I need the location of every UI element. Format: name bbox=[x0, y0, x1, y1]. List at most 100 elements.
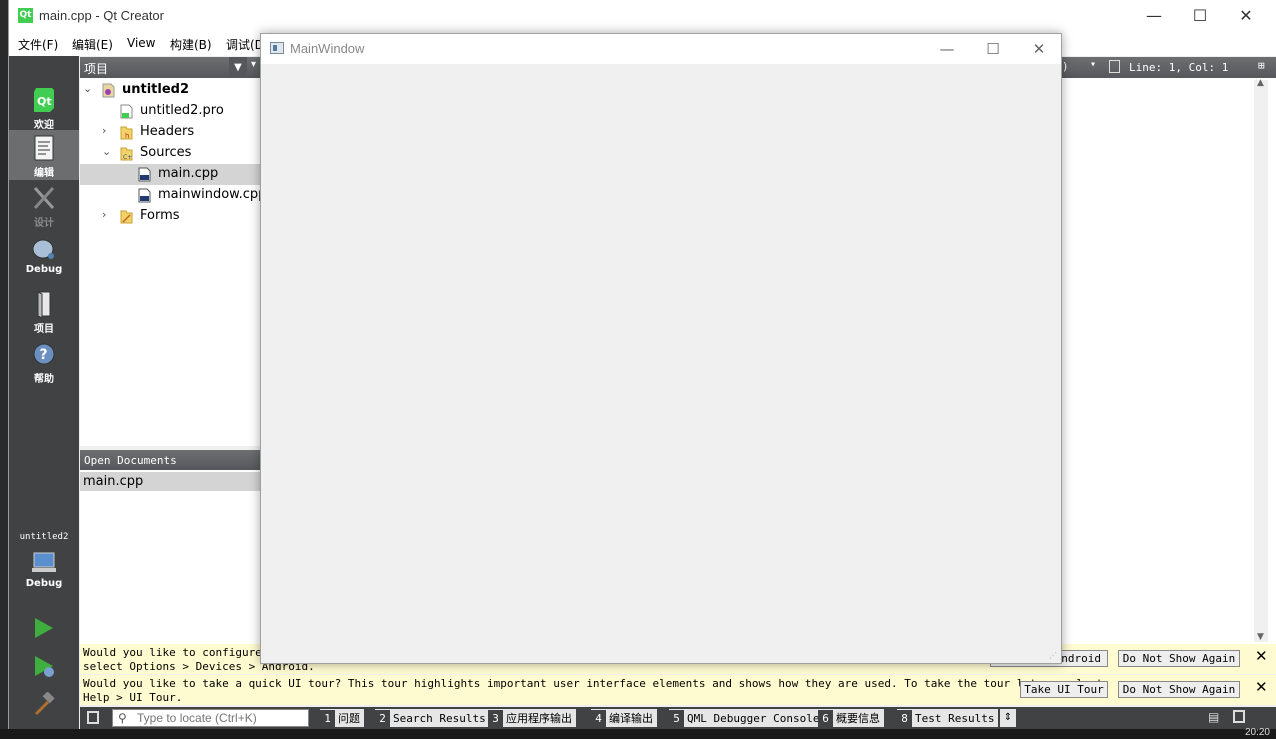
cursor-position[interactable]: Line: 1, Col: 1 bbox=[1129, 61, 1228, 74]
clock: 20:20 bbox=[1244, 727, 1270, 738]
qt-project-icon bbox=[102, 83, 115, 98]
filter-icon[interactable]: ▼ bbox=[229, 57, 247, 78]
chevron-down-icon[interactable]: ▾ bbox=[251, 59, 256, 70]
tree-label: Sources bbox=[140, 145, 192, 160]
resize-grip-icon[interactable]: ⋰ bbox=[1049, 651, 1059, 661]
project-tree: ⌄ untitled2 untitled2.pro › h Headers ⌄ … bbox=[80, 78, 266, 446]
minimize-button[interactable]: — bbox=[1131, 0, 1177, 32]
help-question-icon: ? bbox=[33, 343, 55, 365]
cpp-file-icon bbox=[138, 188, 151, 203]
pane-number: 5 bbox=[669, 710, 684, 728]
tree-label: Forms bbox=[140, 208, 180, 223]
expand-arrow-icon[interactable]: › bbox=[102, 124, 106, 137]
qt-welcome-icon: Qt bbox=[34, 88, 54, 112]
close-icon[interactable]: ✕ bbox=[1255, 680, 1268, 695]
svg-text:Qt: Qt bbox=[37, 95, 52, 108]
title-bar: Qt main.cpp - Qt Creator — ☐ ✕ bbox=[9, 0, 1276, 32]
chevron-down-icon[interactable]: ▾ bbox=[1090, 59, 1096, 70]
tree-item-untitled2[interactable]: ⌄ untitled2 bbox=[80, 80, 262, 101]
do-not-show-again-button[interactable]: Do Not Show Again bbox=[1118, 650, 1240, 667]
progress-icon[interactable]: ▤ bbox=[1208, 710, 1219, 724]
mode-design[interactable]: 设计 bbox=[9, 180, 79, 230]
pane-number: 3 bbox=[488, 710, 503, 728]
menu-file[interactable]: 文件(F) bbox=[18, 36, 58, 53]
pane-test-results[interactable]: 8 Test Results bbox=[897, 709, 999, 728]
tree-label: Headers bbox=[140, 124, 195, 139]
document-icon bbox=[1109, 60, 1120, 73]
editor-scrollbar[interactable]: ▲ ▼ bbox=[1254, 78, 1268, 642]
pane-application-output[interactable]: 3 应用程序输出 bbox=[488, 709, 576, 728]
open-documents-header[interactable]: Open Documents bbox=[80, 450, 262, 470]
scroll-up-icon[interactable]: ▲ bbox=[1257, 78, 1264, 88]
do-not-show-again-button[interactable]: Do Not Show Again bbox=[1118, 681, 1240, 698]
pane-label: QML Debugger Console bbox=[687, 712, 820, 725]
kit-project-label: untitled2 bbox=[19, 532, 69, 542]
split-icon[interactable]: ⊞ bbox=[1258, 59, 1265, 72]
mode-edit[interactable]: 编辑 bbox=[9, 130, 79, 180]
tree-item-sources[interactable]: ⌄ C+ Sources bbox=[80, 143, 262, 164]
take-ui-tour-button[interactable]: Take UI Tour bbox=[1020, 681, 1108, 698]
app-window-titlebar: MainWindow — ☐ ✕ bbox=[261, 34, 1061, 64]
pane-number: 6 bbox=[818, 710, 833, 728]
pane-label: 编译输出 bbox=[609, 712, 653, 725]
tree-item-main-cpp[interactable]: main.cpp bbox=[80, 164, 262, 185]
menu-build[interactable]: 构建(B) bbox=[170, 36, 212, 53]
menu-edit[interactable]: 编辑(E) bbox=[72, 36, 113, 53]
tree-label: main.cpp bbox=[158, 166, 219, 181]
pane-label: 概要信息 bbox=[836, 712, 880, 725]
editor-toolbar: ) ▾ Line: 1, Col: 1 ⊞ bbox=[1062, 57, 1276, 78]
taskbar: 20:20 bbox=[0, 727, 1276, 739]
mode-debug[interactable]: Debug bbox=[9, 230, 79, 280]
toggle-sidebar-icon[interactable] bbox=[87, 711, 99, 724]
search-icon: ⚲ bbox=[118, 711, 127, 725]
mode-label: 设计 bbox=[34, 218, 54, 229]
pane-label: Search Results bbox=[393, 712, 486, 725]
close-icon[interactable]: ✕ bbox=[1255, 649, 1268, 664]
app-maximize-button[interactable]: ☐ bbox=[970, 34, 1016, 64]
pane-label: 应用程序输出 bbox=[506, 712, 572, 725]
projects-pane-title: 项目 bbox=[84, 62, 109, 76]
app-close-button[interactable]: ✕ bbox=[1016, 34, 1062, 64]
app-window-title: MainWindow bbox=[290, 41, 365, 56]
toggle-right-sidebar-icon[interactable] bbox=[1233, 710, 1245, 723]
maximize-button[interactable]: ☐ bbox=[1177, 0, 1223, 32]
pane-issues[interactable]: 1 问题 bbox=[320, 709, 364, 728]
pane-compile-output[interactable]: 4 编译输出 bbox=[591, 709, 657, 728]
expand-arrow-icon[interactable]: › bbox=[102, 208, 106, 221]
more-panes-icon[interactable]: ⇕ bbox=[1000, 709, 1016, 727]
run-icon[interactable] bbox=[32, 616, 56, 640]
design-tools-icon bbox=[33, 186, 55, 210]
app-minimize-button[interactable]: — bbox=[924, 34, 970, 64]
close-button[interactable]: ✕ bbox=[1223, 0, 1269, 32]
mode-welcome[interactable]: Qt 欢迎 bbox=[9, 82, 79, 132]
pane-general-messages[interactable]: 6 概要信息 bbox=[818, 709, 884, 728]
edit-document-icon bbox=[34, 135, 54, 161]
scroll-down-icon[interactable]: ▼ bbox=[1257, 632, 1264, 642]
mode-help[interactable]: ? 帮助 bbox=[9, 336, 79, 386]
tree-item-forms[interactable]: › Forms bbox=[80, 206, 262, 227]
open-document-item[interactable]: main.cpp bbox=[80, 472, 262, 491]
code-editor[interactable] bbox=[1062, 78, 1276, 644]
kit-selector[interactable]: Debug bbox=[9, 544, 79, 594]
pane-number: 1 bbox=[320, 710, 335, 728]
menu-debug[interactable]: 调试(D bbox=[226, 36, 264, 53]
open-documents-list: main.cpp bbox=[80, 470, 262, 644]
pane-search-results[interactable]: 2 Search Results bbox=[375, 709, 490, 728]
tree-item-headers[interactable]: › h Headers bbox=[80, 122, 262, 143]
expand-arrow-icon[interactable]: ⌄ bbox=[83, 82, 92, 95]
mode-projects[interactable]: 项目 bbox=[9, 286, 79, 336]
expand-arrow-icon[interactable]: ⌄ bbox=[102, 145, 111, 158]
application-main-window: MainWindow — ☐ ✕ ⋰ bbox=[260, 33, 1062, 664]
ui-tour-infobar: Would you like to take a quick UI tour? … bbox=[80, 675, 1276, 705]
tree-item-mainwindow-cpp[interactable]: mainwindow.cpp bbox=[80, 185, 266, 206]
mode-label: 帮助 bbox=[34, 374, 54, 385]
build-hammer-icon[interactable] bbox=[32, 692, 56, 716]
locator-input[interactable]: ⚲ Type to locate (Ctrl+K) bbox=[112, 709, 309, 727]
menu-view[interactable]: View bbox=[127, 36, 155, 50]
mode-label: 欢迎 bbox=[34, 120, 54, 131]
tree-label: mainwindow.cpp bbox=[158, 187, 267, 202]
symbol-selector[interactable]: ) bbox=[1062, 60, 1069, 73]
pane-qml-debugger-console[interactable]: 5 QML Debugger Console bbox=[669, 709, 824, 728]
tree-item-pro-file[interactable]: untitled2.pro bbox=[80, 101, 262, 122]
debug-run-icon[interactable] bbox=[32, 654, 56, 678]
